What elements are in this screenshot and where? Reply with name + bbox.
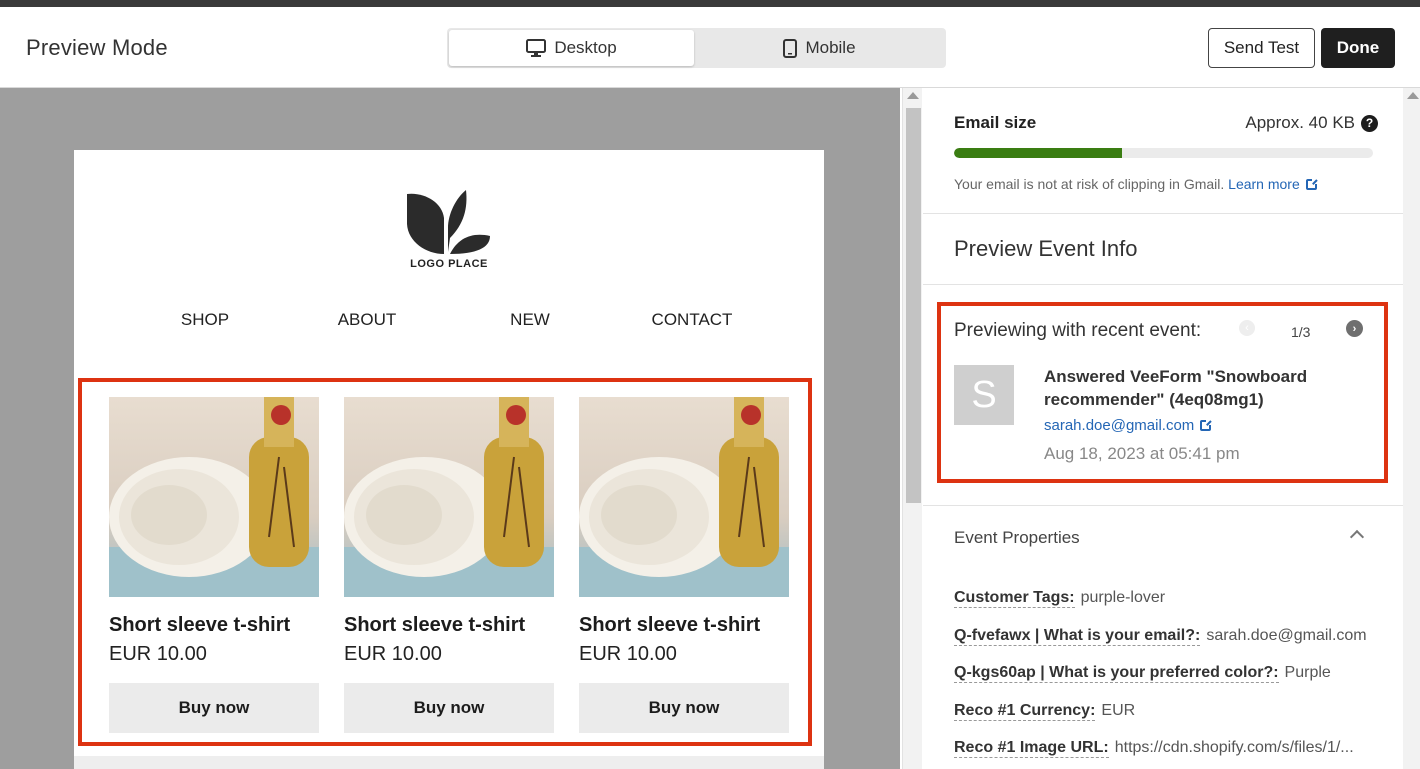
page-title: Preview Mode <box>26 35 168 60</box>
email-nav: SHOP ABOUT NEW CONTACT <box>74 310 824 334</box>
monitor-icon <box>526 38 547 57</box>
mobile-tab[interactable]: Mobile <box>697 30 942 66</box>
divider <box>923 284 1403 285</box>
preview-scrollbar[interactable] <box>902 88 922 769</box>
property-row: Q-kgs60ap | What is your preferred color… <box>954 664 1374 702</box>
product-image[interactable] <box>579 397 789 597</box>
product-price: EUR 10.00 <box>109 643 207 665</box>
product-price: EUR 10.00 <box>579 643 677 665</box>
avatar: S <box>954 365 1014 425</box>
product-image[interactable] <box>109 397 319 597</box>
event-properties-list: Customer Tags: purple-lover Q-fvefawx | W… <box>954 589 1374 769</box>
divider <box>923 213 1403 214</box>
email-preview-canvas: LOGO PLACE SHOP ABOUT NEW CONTACT Short … <box>0 88 900 769</box>
section-title: Preview Event Info <box>954 236 1138 261</box>
scroll-up-arrow-icon[interactable] <box>907 92 919 99</box>
chevron-up-icon[interactable] <box>1349 529 1365 545</box>
nav-link-contact[interactable]: CONTACT <box>652 310 733 330</box>
buy-now-button[interactable]: Buy now <box>344 683 554 733</box>
property-key: Q-kgs60ap | What is your preferred color… <box>954 664 1279 683</box>
email-size-text: Approx. 40 KB <box>1245 113 1355 132</box>
chevron-left-icon[interactable]: ‹ <box>1239 320 1255 336</box>
event-email-link[interactable]: sarah.doe@gmail.com <box>1044 417 1213 434</box>
device-toggle: Desktop Mobile <box>447 28 946 68</box>
product-card: Short sleeve t-shirt EUR 10.00 Buy now <box>344 397 554 733</box>
panel-scrollbar[interactable] <box>1403 88 1420 769</box>
property-value: sarah.doe@gmail.com <box>1206 626 1367 644</box>
property-value: EUR <box>1101 701 1136 719</box>
event-title: Answered VeeForm "Snowboard recommender"… <box>1044 367 1308 409</box>
mobile-tab-label: Mobile <box>805 38 856 57</box>
send-test-button[interactable]: Send Test <box>1208 28 1315 68</box>
chevron-right-icon[interactable]: › <box>1346 320 1363 337</box>
property-value: Purple <box>1284 664 1331 681</box>
event-pager-count: 1/3 <box>1291 324 1311 340</box>
scroll-up-arrow-icon[interactable] <box>1407 92 1419 99</box>
nav-link-shop[interactable]: SHOP <box>181 310 229 330</box>
scrollbar-thumb[interactable] <box>906 108 921 503</box>
phone-icon <box>783 38 798 58</box>
external-link-icon <box>1305 178 1318 190</box>
product-name: Short sleeve t-shirt <box>579 614 761 636</box>
product-price: EUR 10.00 <box>344 643 442 665</box>
email-footer-strip <box>74 756 824 769</box>
event-properties-title: Event Properties <box>954 528 1080 547</box>
property-row: Reco #1 Currency: EUR <box>954 701 1374 740</box>
preview-info-panel: Email size Approx. 40 KB ? Your email is… <box>923 88 1403 769</box>
nav-link-new[interactable]: NEW <box>510 310 550 330</box>
nav-link-about[interactable]: ABOUT <box>338 310 397 330</box>
property-value: https://cdn.shopify.com/s/files/1/... <box>1114 739 1354 756</box>
done-button[interactable]: Done <box>1321 28 1395 68</box>
event-date: Aug 18, 2023 at 05:41 pm <box>1044 444 1240 463</box>
property-row: Q-fvefawx | What is your email?: sarah.do… <box>954 626 1374 665</box>
email-size-progress-fill <box>954 148 1122 158</box>
preview-header: Preview Mode Desktop Mobile Send Test Do… <box>0 7 1420 88</box>
product-image[interactable] <box>344 397 554 597</box>
clip-note-text: Your email is not at risk of clipping in… <box>954 176 1225 192</box>
email-size-label: Email size <box>954 113 1037 132</box>
learn-more-link[interactable]: Learn more <box>1228 176 1318 192</box>
email-size-value: Approx. 40 KB ? <box>1245 113 1378 133</box>
product-card: Short sleeve t-shirt EUR 10.00 Buy now <box>109 397 319 733</box>
property-key: Reco #1 Currency: <box>954 701 1096 721</box>
property-key: Q-fvefawx | What is your email?: <box>954 626 1201 646</box>
clip-note: Your email is not at risk of clipping in… <box>954 176 1318 192</box>
desktop-tab-label: Desktop <box>554 38 617 57</box>
product-name: Short sleeve t-shirt <box>344 614 526 636</box>
property-value: purple-lover <box>1080 589 1166 606</box>
underlying-app-strip <box>0 0 1420 7</box>
previewing-label: Previewing with recent event: <box>954 320 1202 341</box>
buy-now-button[interactable]: Buy now <box>109 683 319 733</box>
property-key: Reco #1 Image URL: <box>954 739 1109 758</box>
property-row: Customer Tags: purple-lover <box>954 589 1374 627</box>
help-icon[interactable]: ? <box>1361 114 1378 132</box>
desktop-tab[interactable]: Desktop <box>449 30 694 66</box>
divider <box>923 505 1403 506</box>
property-key: Customer Tags: <box>954 589 1075 608</box>
product-name: Short sleeve t-shirt <box>109 614 291 636</box>
logo-text: LOGO PLACE <box>410 258 488 270</box>
buy-now-button[interactable]: Buy now <box>579 683 789 733</box>
property-row: Reco #1 Image URL: https://cdn.shopify.co… <box>954 739 1374 769</box>
external-link-icon <box>1200 419 1213 431</box>
email-size-progress <box>954 148 1373 158</box>
product-card: Short sleeve t-shirt EUR 10.00 Buy now <box>579 397 789 733</box>
